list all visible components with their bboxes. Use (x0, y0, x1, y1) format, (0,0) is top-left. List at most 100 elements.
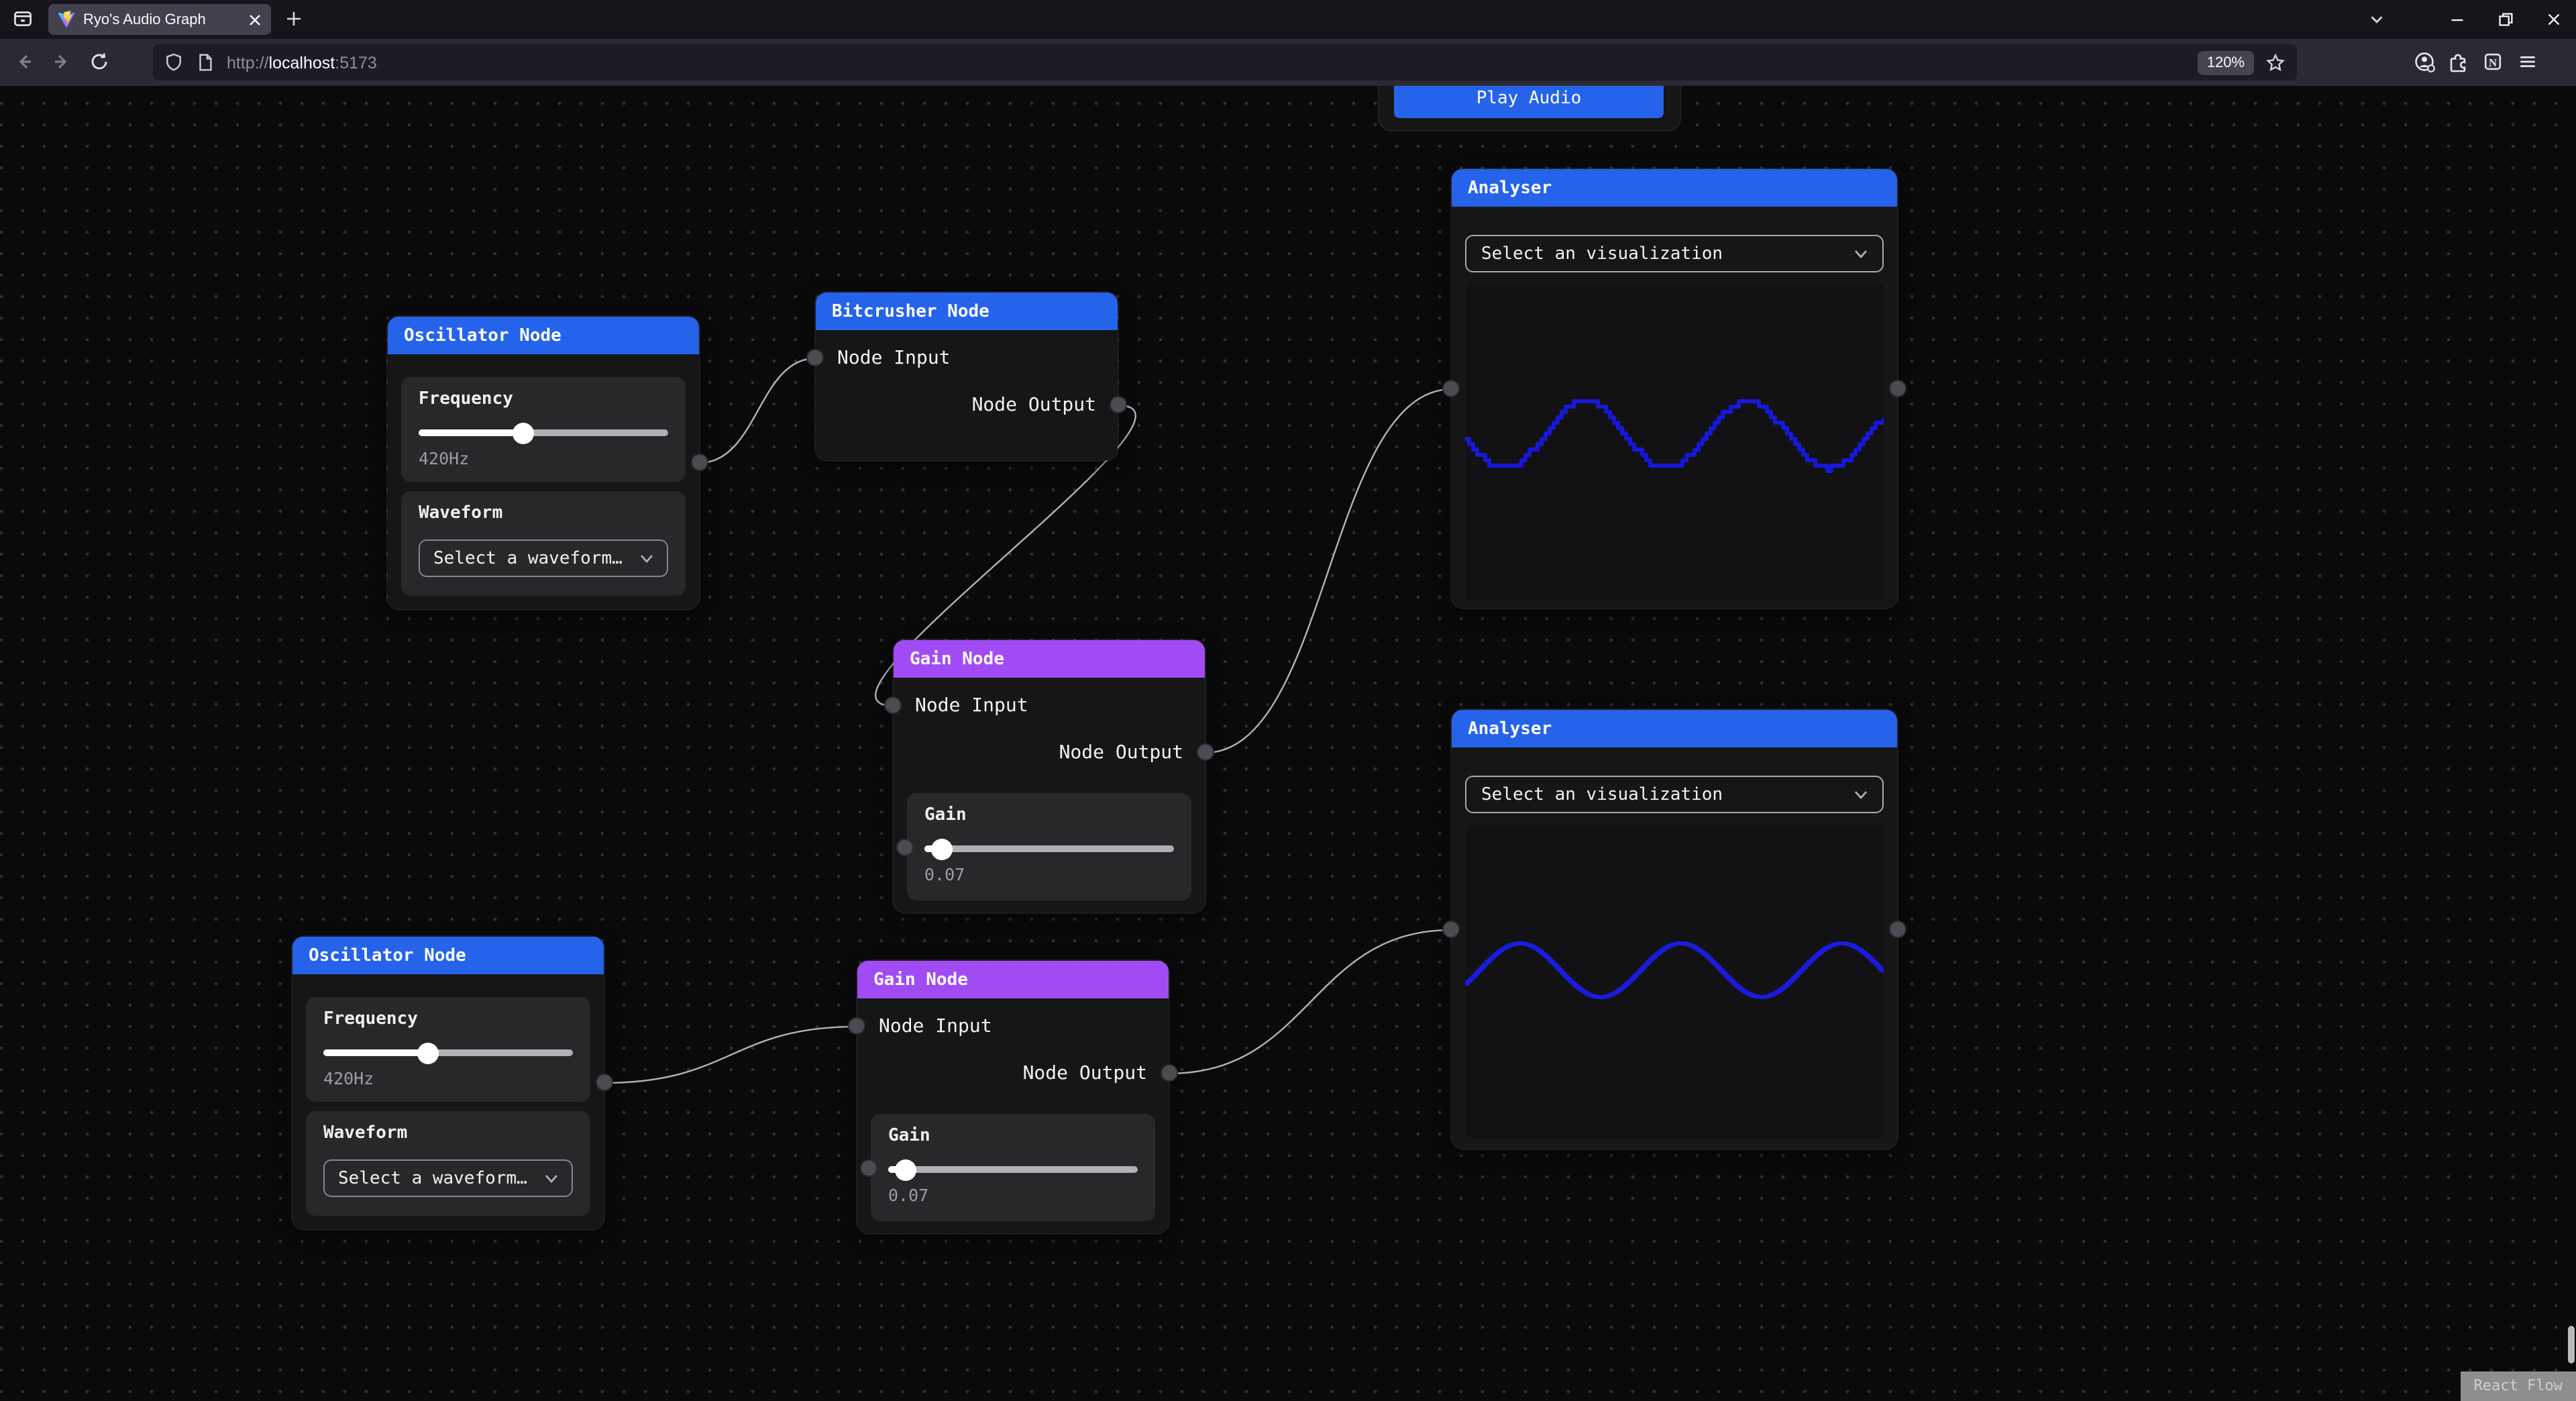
new-tab-button[interactable] (284, 9, 303, 28)
back-icon[interactable] (13, 51, 35, 72)
input-handle[interactable] (806, 349, 824, 366)
input-handle[interactable] (848, 1017, 865, 1035)
slider-thumb[interactable] (417, 1042, 439, 1063)
slider-thumb[interactable] (895, 1159, 916, 1180)
frequency-label: Frequency (419, 389, 513, 409)
chevron-down-icon (545, 1174, 558, 1183)
window-minimize-button[interactable] (2447, 9, 2467, 30)
frequency-panel: Frequency 420Hz (306, 997, 590, 1102)
notion-extension-icon[interactable]: N (2482, 51, 2504, 72)
node-output-label: Node Output (972, 395, 1096, 416)
output-handle[interactable] (596, 1074, 613, 1091)
window-close-button[interactable] (2544, 9, 2564, 30)
gain-node-2[interactable]: Gain Node Node Input Node Output Gain 0.… (857, 961, 1169, 1233)
url-port: :5173 (335, 53, 377, 72)
react-flow-attribution[interactable]: React Flow (2461, 1371, 2576, 1401)
visualization-select[interactable]: Select an visualization (1465, 235, 1884, 272)
account-icon[interactable] (2414, 51, 2436, 74)
bookmark-star-icon[interactable] (2265, 52, 2286, 73)
shield-icon[interactable] (164, 52, 184, 72)
window-restore-button[interactable] (2496, 9, 2516, 30)
node-header[interactable]: Gain Node (894, 640, 1205, 678)
waveform-panel: Waveform Select a waveform… (401, 491, 686, 596)
analyser-node-1[interactable]: Analyser Select an visualization (1452, 169, 1897, 608)
node-header[interactable]: Oscillator Node (388, 317, 699, 354)
output-handle[interactable] (1161, 1064, 1178, 1082)
frequency-panel: Frequency 420Hz (401, 377, 686, 482)
waveform-label: Waveform (323, 1123, 407, 1143)
tab-title: Ryo's Audio Graph (83, 11, 240, 28)
output-handle[interactable] (1110, 396, 1127, 413)
node-header[interactable]: Analyser (1452, 710, 1897, 747)
waveform-canvas (1465, 825, 1884, 1138)
gain-value: 0.07 (888, 1185, 928, 1205)
output-handle[interactable] (691, 454, 708, 471)
gain-panel: Gain 0.07 (871, 1114, 1155, 1221)
oscillator-node-2[interactable]: Oscillator Node Frequency 420Hz Waveform… (292, 937, 604, 1229)
url-text[interactable]: http://localhost:5173 (227, 53, 377, 72)
gain-param-handle[interactable] (896, 839, 914, 856)
gain-value: 0.07 (924, 864, 965, 884)
node-header[interactable]: Analyser (1452, 169, 1897, 207)
gain-label: Gain (888, 1126, 930, 1146)
output-handle[interactable] (1197, 743, 1214, 761)
chevron-down-icon (1854, 249, 1868, 258)
vite-favicon (58, 11, 75, 28)
frequency-value: 420Hz (419, 448, 469, 468)
waveform-select[interactable]: Select a waveform… (419, 539, 668, 577)
zoom-level-badge[interactable]: 120% (2198, 50, 2254, 74)
firefox-view-icon[interactable] (12, 8, 34, 30)
slider-thumb[interactable] (931, 838, 953, 860)
page-info-icon[interactable] (196, 52, 215, 72)
node-header[interactable]: Oscillator Node (292, 937, 604, 974)
menu-hamburger-icon[interactable] (2517, 51, 2538, 72)
node-title: Gain Node (910, 649, 1004, 669)
gain-node-1[interactable]: Gain Node Node Input Node Output Gain 0.… (894, 640, 1205, 913)
visualization-select[interactable]: Select an visualization (1465, 776, 1884, 813)
node-input-label: Node Input (837, 348, 951, 369)
waveform-select-value: Select a waveform… (338, 1168, 527, 1188)
input-handle[interactable] (1442, 380, 1460, 397)
node-header[interactable]: Bitcrusher Node (816, 293, 1118, 330)
gain-param-handle[interactable] (860, 1159, 877, 1177)
node-input-label: Node Input (915, 695, 1028, 717)
browser-window: Ryo's Audio Graph (0, 0, 2576, 1401)
gain-panel: Gain 0.07 (907, 793, 1191, 900)
scrollbar-thumb[interactable] (2568, 1326, 2575, 1363)
edge-gain1-analyser1[interactable] (1205, 389, 1452, 753)
list-tabs-chevron-icon[interactable] (2367, 9, 2387, 30)
frequency-slider[interactable] (419, 429, 668, 436)
input-handle[interactable] (1442, 921, 1460, 938)
waveform-select[interactable]: Select a waveform… (323, 1159, 573, 1197)
browser-tab[interactable]: Ryo's Audio Graph (48, 4, 271, 35)
node-title: Oscillator Node (404, 325, 561, 346)
bitcrusher-node[interactable]: Bitcrusher Node Node Input Node Output (816, 293, 1118, 460)
frequency-slider[interactable] (323, 1049, 573, 1056)
slider-thumb[interactable] (513, 422, 534, 444)
node-header[interactable]: Gain Node (857, 961, 1169, 998)
output-handle[interactable] (1889, 380, 1907, 397)
edge-oscillator1-bitcrusher[interactable] (699, 358, 816, 463)
forward-icon[interactable] (51, 51, 72, 72)
frequency-label: Frequency (323, 1009, 418, 1029)
frequency-value: 420Hz (323, 1068, 374, 1088)
visualization-select-value: Select an visualization (1481, 784, 1723, 805)
edge-gain2-analyser2[interactable] (1169, 930, 1452, 1074)
gain-slider[interactable] (924, 845, 1174, 852)
analyser-node-2[interactable]: Analyser Select an visualization (1452, 710, 1897, 1149)
tab-close-icon[interactable] (248, 13, 262, 26)
node-graph-canvas[interactable]: Play Audio Oscillator Node Frequency 420… (0, 86, 2576, 1401)
input-handle[interactable] (884, 696, 902, 714)
gain-slider[interactable] (888, 1166, 1138, 1173)
extensions-puzzle-icon[interactable] (2447, 51, 2469, 72)
url-bar[interactable]: http://localhost:5173 120% (153, 44, 2297, 81)
edge-oscillator2-gain2[interactable] (604, 1027, 857, 1083)
oscillator-node-1[interactable]: Oscillator Node Frequency 420Hz Waveform… (388, 317, 699, 609)
reload-icon[interactable] (89, 51, 110, 72)
output-handle[interactable] (1889, 921, 1907, 938)
node-input-label: Node Input (879, 1016, 992, 1037)
waveform-label: Waveform (419, 503, 502, 523)
node-title: Gain Node (873, 970, 968, 990)
chevron-down-icon (640, 554, 653, 563)
waveform-panel: Waveform Select a waveform… (306, 1111, 590, 1216)
